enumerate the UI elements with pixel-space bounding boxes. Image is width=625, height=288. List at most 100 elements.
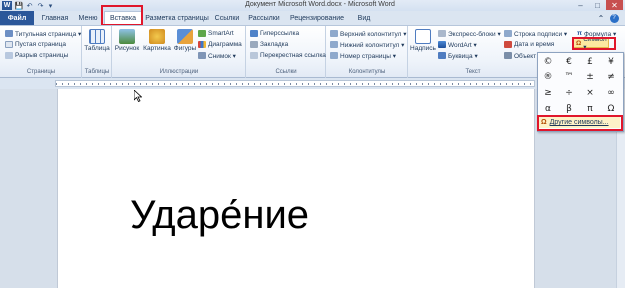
picture-button[interactable]: Рисунок (115, 29, 139, 52)
symbol-cell[interactable]: € (560, 54, 578, 69)
symbol-cell[interactable]: ± (581, 69, 599, 84)
object-icon (504, 52, 512, 59)
textbox-button[interactable]: Надпись (410, 29, 436, 52)
tab-references[interactable]: Ссылки (212, 11, 242, 25)
group-tables: Таблица Таблицы (82, 26, 112, 78)
tab-home[interactable]: Главная (38, 11, 72, 25)
textbox-icon (415, 29, 431, 44)
symbol-cell[interactable]: ™ (560, 69, 578, 84)
wordart-label: WordArt ▾ (448, 41, 477, 49)
header-icon (330, 30, 338, 37)
symbol-cell[interactable]: ∞ (602, 85, 620, 100)
quick-parts-label: Экспресс-блоки ▾ (448, 30, 501, 38)
ribbon-minimize-icon[interactable]: ⌃ (596, 11, 606, 25)
ribbon: Титульная страница ▾ Пустая страница Раз… (0, 25, 625, 78)
quick-parts-button[interactable]: Экспресс-блоки ▾ (438, 29, 501, 38)
cover-page-button[interactable]: Титульная страница ▾ (5, 29, 81, 38)
picture-icon (119, 29, 135, 44)
redo-icon[interactable]: ↷ (36, 1, 45, 10)
wordart-icon (438, 41, 446, 48)
close-button[interactable]: ✕ (606, 0, 623, 10)
shapes-icon (177, 29, 193, 44)
insert-tab-highlight (101, 5, 143, 26)
group-illustrations: Рисунок Картинка Фигуры SmartArt Диаграм… (112, 26, 246, 78)
save-icon[interactable]: 💾 (14, 1, 24, 10)
page-number-icon (330, 52, 338, 59)
group-label-links: Ссылки (275, 69, 297, 75)
page-break-button[interactable]: Разрыв страницы (5, 51, 68, 60)
symbol-cell[interactable]: β (560, 101, 578, 116)
tab-view[interactable]: Вид (354, 11, 374, 25)
blank-page-button[interactable]: Пустая страница (5, 40, 66, 49)
ruler-ticks (56, 83, 534, 85)
smartart-button[interactable]: SmartArt (198, 29, 234, 38)
textbox-label: Надпись (410, 45, 436, 52)
shapes-button[interactable]: Фигуры (172, 29, 198, 52)
group-label-pages: Страницы (26, 69, 56, 75)
group-pages: Титульная страница ▾ Пустая страница Раз… (0, 26, 82, 78)
signature-line-icon (504, 30, 512, 37)
signature-line-button[interactable]: Строка подписи ▾ (504, 29, 567, 38)
date-time-icon (504, 41, 512, 48)
clipart-button[interactable]: Картинка (142, 29, 172, 52)
dropcap-label: Буквица ▾ (448, 52, 478, 60)
chart-button[interactable]: Диаграмма (198, 40, 242, 49)
qat-customize-icon[interactable]: ▾ (46, 1, 55, 10)
document-page[interactable] (57, 89, 535, 288)
symbol-cell[interactable]: ≠ (602, 69, 620, 84)
footer-label: Нижний колонтитул ▾ (340, 41, 405, 49)
group-label-header-footer: Колонтитулы (348, 69, 386, 75)
page-break-label: Разрыв страницы (15, 52, 69, 59)
symbol-cell[interactable]: ÷ (560, 85, 578, 100)
page-number-label: Номер страницы ▾ (340, 52, 396, 60)
symbol-cell[interactable]: © (539, 54, 557, 69)
document-text[interactable]: Ударе́ние (130, 193, 309, 237)
symbol-cell[interactable]: ® (539, 69, 557, 84)
tab-page-layout[interactable]: Разметка страницы (145, 11, 209, 25)
minimize-button[interactable]: – (572, 0, 589, 10)
cross-reference-icon (250, 52, 258, 59)
more-symbols-highlight (537, 115, 623, 131)
symbol-cell[interactable]: ≥ (539, 85, 557, 100)
object-button[interactable]: Объект ▾ (504, 51, 541, 60)
bookmark-button[interactable]: Закладка (250, 40, 288, 49)
symbol-cell[interactable]: Ω (602, 101, 620, 116)
help-icon[interactable]: ? (607, 11, 621, 25)
header-label: Верхний колонтитул ▾ (340, 30, 407, 38)
cross-reference-button[interactable]: Перекрестная ссылка (250, 51, 326, 60)
date-time-label: Дата и время (514, 41, 555, 48)
table-button[interactable]: Таблица (84, 29, 110, 52)
group-label-text: Текст (465, 69, 481, 75)
screenshot-icon (198, 52, 206, 59)
maximize-button[interactable]: □ (589, 0, 606, 10)
tab-review[interactable]: Рецензирование (286, 11, 348, 25)
hyperlink-button[interactable]: Гиперссылка (250, 29, 299, 38)
smartart-icon (198, 30, 206, 37)
symbol-cell[interactable]: £ (581, 54, 599, 69)
symbol-cell[interactable]: π (581, 101, 599, 116)
dropcap-button[interactable]: Буквица ▾ (438, 51, 478, 60)
symbol-cell[interactable]: × (581, 85, 599, 100)
screenshot-label: Снимок ▾ (208, 52, 236, 60)
shapes-label: Фигуры (173, 45, 197, 52)
blank-page-label: Пустая страница (15, 41, 66, 48)
symbol-cell[interactable]: ¥ (602, 54, 620, 69)
clipart-label: Картинка (143, 45, 171, 52)
wordart-button[interactable]: WordArt ▾ (438, 40, 477, 49)
cross-reference-label: Перекрестная ссылка (260, 52, 326, 59)
page-number-button[interactable]: Номер страницы ▾ (330, 51, 396, 60)
screenshot-button[interactable]: Снимок ▾ (198, 51, 236, 60)
undo-icon[interactable]: ↶ (25, 1, 34, 10)
word-window: W 💾 ↶ ↷ ▾ Документ Microsoft Word.docx -… (0, 0, 625, 288)
date-time-button[interactable]: Дата и время (504, 40, 554, 49)
smartart-label: SmartArt (208, 30, 234, 37)
word-app-icon[interactable]: W (2, 1, 12, 10)
cover-page-icon (5, 30, 13, 37)
symbol-cell[interactable]: α (539, 101, 557, 116)
header-button[interactable]: Верхний колонтитул ▾ (330, 29, 407, 38)
tab-file[interactable]: Файл (0, 11, 34, 25)
group-links: Гиперссылка Закладка Перекрестная ссылка… (246, 26, 326, 78)
tab-menu[interactable]: Меню (74, 11, 102, 25)
footer-button[interactable]: Нижний колонтитул ▾ (330, 40, 404, 49)
tab-mailings[interactable]: Рассылки (246, 11, 282, 25)
